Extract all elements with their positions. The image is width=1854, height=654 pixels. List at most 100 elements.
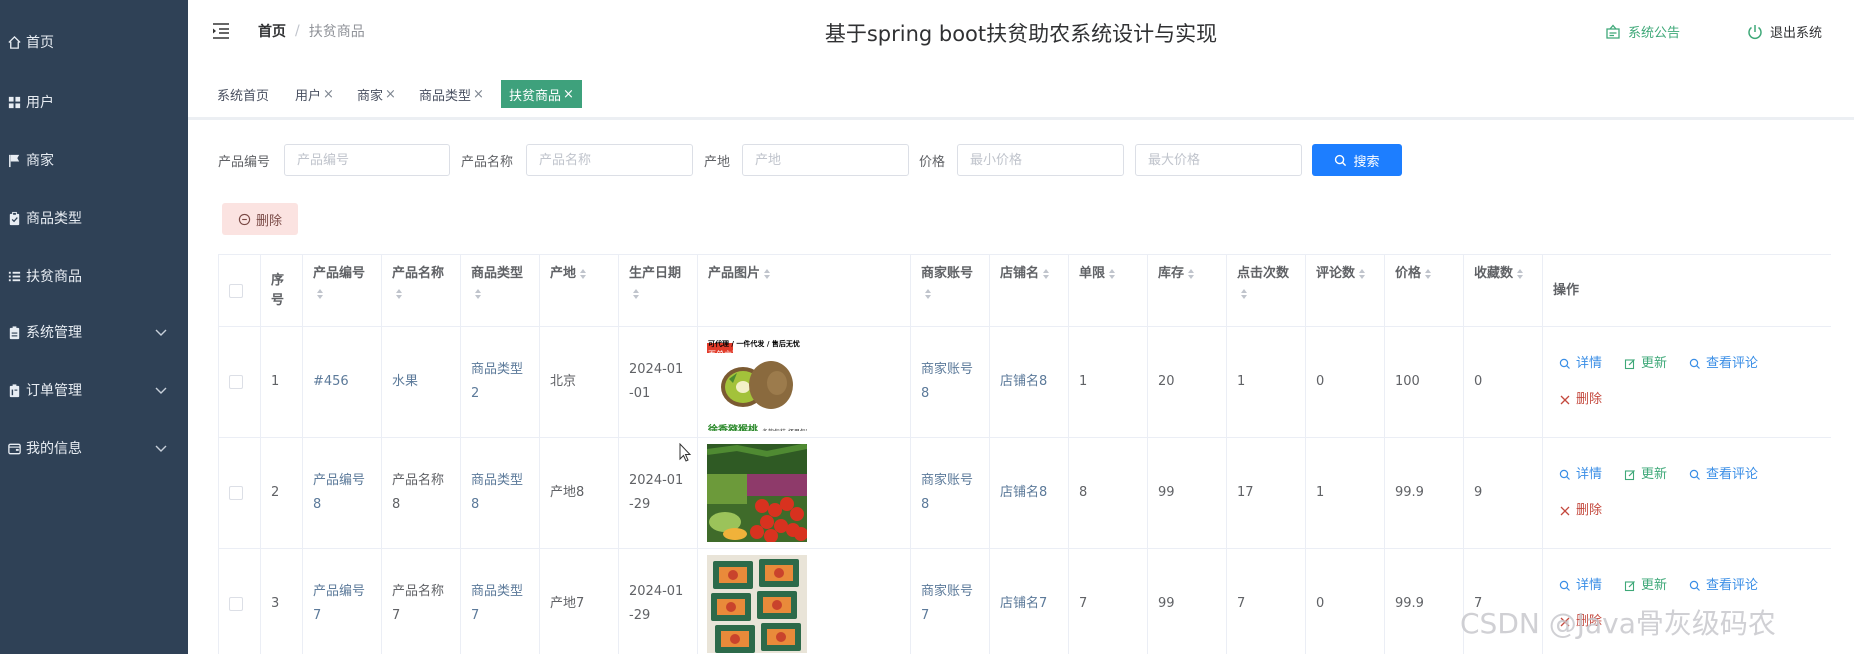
row-actions: 删除 <box>1559 609 1624 635</box>
update-button[interactable]: 更新 <box>1624 574 1667 598</box>
action-label: 删除 <box>1576 614 1603 629</box>
cell-value: 0 <box>1474 374 1483 389</box>
row-checkbox[interactable] <box>229 486 243 500</box>
tab-system-home[interactable]: 系统首页 <box>214 80 272 108</box>
tab-merchants[interactable]: 商家 × <box>354 80 399 108</box>
table-cell-review-count: 0 <box>1306 327 1385 438</box>
cell-value: 商品类型7 <box>471 584 524 623</box>
sidebar-item-product-types[interactable]: 商品类型 <box>0 198 188 238</box>
min-price-input[interactable] <box>957 144 1124 176</box>
column-header-shop-name[interactable]: 店铺名 <box>990 255 1069 327</box>
tab-users[interactable]: 用户 × <box>292 80 337 108</box>
breadcrumb-home[interactable]: 首页 <box>258 21 286 41</box>
product-code-input[interactable] <box>284 144 450 176</box>
tab-close-icon[interactable]: × <box>473 87 484 102</box>
sort-icon[interactable] <box>1240 288 1248 300</box>
table-cell-review-count: 0 <box>1306 549 1385 654</box>
sidebar-item-system-management[interactable]: 系统管理 <box>0 312 188 352</box>
sidebar-item-home[interactable]: 首页 <box>0 22 188 62</box>
column-header-origin[interactable]: 产地 <box>540 255 619 327</box>
tab-product-types[interactable]: 商品类型 × <box>416 80 487 108</box>
wallet-icon <box>6 440 22 456</box>
batch-delete-button[interactable]: 删除 <box>222 203 298 235</box>
row-checkbox[interactable] <box>229 597 243 611</box>
column-header-unit-limit[interactable]: 单限 <box>1069 255 1148 327</box>
tab-close-icon[interactable]: × <box>563 87 574 102</box>
row-checkbox-cell <box>219 327 261 438</box>
product-name-input[interactable] <box>526 144 693 176</box>
sort-icon[interactable] <box>924 288 932 300</box>
logout-button[interactable]: 退出系统 <box>1746 22 1822 41</box>
column-header-review-count[interactable]: 评论数 <box>1306 255 1385 327</box>
sort-icon[interactable] <box>1358 268 1366 280</box>
sidebar-item-label: 订单管理 <box>26 383 82 399</box>
table-cell-favorite-count: 9 <box>1464 438 1543 549</box>
table-cell-actions: 详情 更新 查看评论删除 <box>1543 327 1831 438</box>
column-header-product-image[interactable]: 产品图片 <box>698 255 911 327</box>
sidebar-item-users[interactable]: 用户 <box>0 82 188 122</box>
sort-icon[interactable] <box>474 288 482 300</box>
system-notice-button[interactable]: 系统公告 <box>1604 22 1680 41</box>
system-notice-label: 系统公告 <box>1628 26 1681 41</box>
column-header-product-code[interactable]: 产品编号 <box>303 255 382 327</box>
column-header-stock[interactable]: 库存 <box>1148 255 1227 327</box>
flag-icon <box>6 152 22 168</box>
tab-close-icon[interactable]: × <box>385 87 396 102</box>
tab-label: 系统首页 <box>217 88 270 104</box>
delete-button[interactable]: 删除 <box>1559 388 1602 412</box>
table-cell-production-date: 2024-01-01 <box>619 327 698 438</box>
sort-icon[interactable] <box>1516 268 1524 280</box>
cell-value: 商品类型8 <box>471 473 524 512</box>
table-cell-unit-limit: 7 <box>1069 549 1148 654</box>
sort-icon[interactable] <box>763 268 771 280</box>
origin-input[interactable] <box>742 144 909 176</box>
sort-icon[interactable] <box>1042 268 1050 280</box>
column-header-product-name[interactable]: 产品名称 <box>382 255 461 327</box>
column-header-merchant-account[interactable]: 商家账号 <box>911 255 990 327</box>
chevron-down-icon[interactable] <box>154 325 168 339</box>
sort-icon[interactable] <box>1187 268 1195 280</box>
image-text-bottom: 徐香猕猴桃 <box>708 425 758 431</box>
sort-icon[interactable] <box>395 288 403 300</box>
update-button[interactable]: 更新 <box>1624 352 1667 376</box>
column-header-click-count[interactable]: 点击次数 <box>1227 255 1306 327</box>
update-button[interactable]: 更新 <box>1624 463 1667 487</box>
search-button[interactable]: 搜索 <box>1312 144 1402 176</box>
sidebar-item-merchants[interactable]: 商家 <box>0 140 188 180</box>
sidebar-item-order-management[interactable]: 订单管理 <box>0 370 188 410</box>
row-checkbox[interactable] <box>229 375 243 389</box>
menu-toggle-icon[interactable] <box>210 20 232 42</box>
view-reviews-button[interactable]: 查看评论 <box>1689 574 1758 598</box>
detail-button[interactable]: 详情 <box>1559 352 1602 376</box>
delete-button[interactable]: 删除 <box>1559 610 1602 634</box>
image-text-bottom-small: 多款包装 坏果包赔 <box>762 421 807 431</box>
sort-icon[interactable] <box>316 288 324 300</box>
table-cell-favorite-count: 7 <box>1464 549 1543 654</box>
tab-poverty-products[interactable]: 扶贫商品 × <box>501 80 582 108</box>
table-cell-origin: 产地8 <box>540 438 619 549</box>
cell-value: 1 <box>1316 485 1325 500</box>
minus-circle-icon <box>238 213 251 225</box>
chevron-down-icon[interactable] <box>154 441 168 455</box>
chevron-down-icon[interactable] <box>154 383 168 397</box>
column-header-price[interactable]: 价格 <box>1385 255 1464 327</box>
sidebar-item-my-info[interactable]: 我的信息 <box>0 428 188 468</box>
max-price-input[interactable] <box>1135 144 1302 176</box>
sort-icon[interactable] <box>1108 268 1116 280</box>
view-reviews-button[interactable]: 查看评论 <box>1689 463 1758 487</box>
detail-button[interactable]: 详情 <box>1559 463 1602 487</box>
column-header-favorite-count[interactable]: 收藏数 <box>1464 255 1543 327</box>
sort-icon[interactable] <box>579 268 587 280</box>
sidebar-item-poverty-products[interactable]: 扶贫商品 <box>0 256 188 296</box>
sort-icon[interactable] <box>632 288 640 300</box>
sort-icon[interactable] <box>1424 268 1432 280</box>
column-header-production-date[interactable]: 生产日期 <box>619 255 698 327</box>
view-reviews-button[interactable]: 查看评论 <box>1689 352 1758 376</box>
detail-button[interactable]: 详情 <box>1559 574 1602 598</box>
delete-button[interactable]: 删除 <box>1559 499 1602 523</box>
column-header-product-type[interactable]: 商品类型 <box>461 255 540 327</box>
search-button-label: 搜索 <box>1353 154 1380 170</box>
tab-close-icon[interactable]: × <box>323 87 334 102</box>
select-all-checkbox[interactable] <box>229 283 243 298</box>
cell-value: 产地8 <box>550 485 585 500</box>
